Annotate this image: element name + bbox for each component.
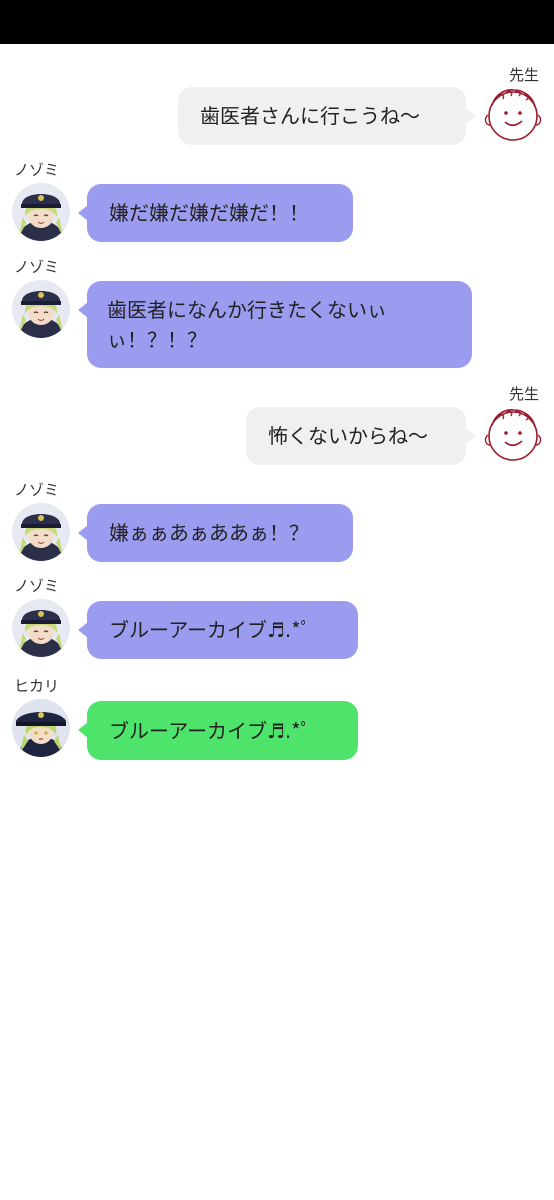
sender-name: ノゾミ — [14, 258, 60, 276]
chat-log: 先生 歯医者さんに行こうね〜 ノゾミ 嫌だ嫌だ嫌だ嫌だ！！ ノゾミ 歯医者になん… — [0, 44, 554, 1200]
sender-name: 先生 — [508, 385, 539, 403]
hikari-avatar-icon[interactable] — [12, 699, 70, 757]
message-text: ブルーアーカイブ♬.*ﾟ — [109, 718, 311, 743]
bubble-tail — [466, 428, 476, 444]
message-text: 嫌だ嫌だ嫌だ嫌だ！！ — [109, 201, 309, 225]
nozomi-avatar-icon[interactable] — [12, 503, 70, 561]
message-text: 怖くないからね〜 — [268, 424, 428, 448]
message-bubble[interactable]: 歯医者さんに行こうね〜 — [178, 87, 466, 145]
message-text: 歯医者さんに行こうね〜 — [200, 104, 420, 128]
nozomi-avatar-icon[interactable] — [12, 280, 70, 338]
message-bubble[interactable]: 歯医者になんか行きたくないぃぃ！？！？ — [87, 281, 472, 368]
bubble-tail — [466, 108, 476, 124]
message-text: ブルーアーカイブ♬.*ﾟ — [109, 618, 311, 642]
message-text: 歯医者になんか行きたくないぃぃ！？！？ — [107, 297, 387, 352]
nozomi-avatar-icon[interactable] — [12, 183, 70, 241]
nozomi-avatar-icon[interactable] — [12, 599, 70, 657]
sender-name: ノゾミ — [14, 577, 60, 595]
sender-name: 先生 — [508, 66, 539, 84]
message-bubble[interactable]: 嫌だ嫌だ嫌だ嫌だ！！ — [87, 184, 353, 242]
sender-name: ノゾミ — [14, 481, 60, 499]
sensei-doodle-avatar-icon[interactable] — [484, 85, 542, 143]
sender-name: ノゾミ — [14, 161, 60, 179]
message-bubble[interactable]: ブルーアーカイブ♬.*ﾟ — [87, 601, 358, 659]
message-bubble[interactable]: ブルーアーカイブ♬.*ﾟ — [87, 701, 358, 760]
sensei-doodle-avatar-icon[interactable] — [484, 405, 542, 463]
status-bar — [0, 0, 554, 44]
message-bubble[interactable]: 怖くないからね〜 — [246, 407, 466, 465]
sender-name: ヒカリ — [14, 677, 60, 695]
message-bubble[interactable]: 嫌ぁぁあぁああぁ！？ — [87, 504, 353, 562]
message-text: 嫌ぁぁあぁああぁ！？ — [109, 521, 309, 545]
